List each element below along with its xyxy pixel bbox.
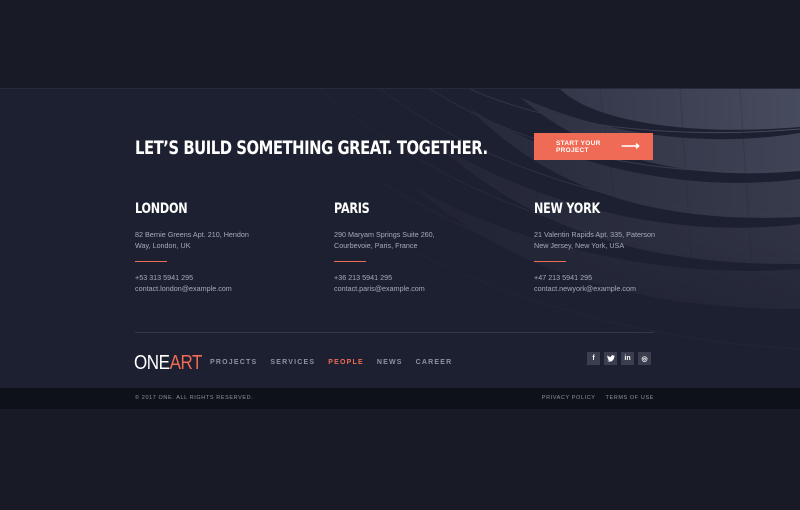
nav-item-services[interactable]: SERVICES (270, 359, 315, 366)
office-address: 290 Maryam Springs Suite 260, Courbevoie… (334, 229, 514, 251)
office-paris: PARIS 290 Maryam Springs Suite 260, Cour… (334, 201, 514, 294)
legal-links: PRIVACY POLICY TERMS OF USE (542, 395, 654, 401)
logo-text-one: ONE (134, 352, 170, 374)
office-city: NEW YORK (534, 201, 600, 217)
nav-item-news[interactable]: NEWS (377, 359, 403, 366)
office-email[interactable]: contact.paris@example.com (334, 283, 514, 294)
office-address: 82 Bernie Greens Apt. 210, Hendon Way, L… (135, 229, 315, 251)
arrow-right-icon: ⟶ (621, 138, 640, 153)
brand-logo[interactable]: ONEART (134, 352, 202, 375)
office-london: LONDON 82 Bernie Greens Apt. 210, Hendon… (135, 201, 315, 294)
bottom-bar: © 2017 ONE. ALL RIGHTS RESERVED. PRIVACY… (0, 388, 800, 409)
office-address: 21 Valentin Rapids Apt. 335, Paterson Ne… (534, 229, 714, 251)
office-phone[interactable]: +47 213 5941 295 (534, 272, 714, 283)
footer-nav: PROJECTS SERVICES PEOPLE NEWS CAREER (210, 359, 452, 366)
address-line: 290 Maryam Springs Suite 260, (334, 230, 435, 239)
office-contacts: +53 313 5941 295 contact.london@example.… (135, 272, 315, 294)
office-city: LONDON (135, 201, 188, 217)
office-city: PARIS (334, 201, 370, 217)
address-line: New Jersey, New York, USA (534, 241, 625, 250)
address-line: Courbevoie, Paris, France (334, 241, 418, 250)
start-project-button[interactable]: START YOUR PROJECT ⟶ (534, 133, 653, 160)
office-new-york: NEW YORK 21 Valentin Rapids Apt. 335, Pa… (534, 201, 714, 294)
footer-section: LET’S BUILD SOMETHING GREAT. TOGETHER. S… (0, 88, 800, 389)
linkedin-icon[interactable]: in (621, 352, 634, 365)
logo-text-art: ART (169, 352, 203, 374)
address-line: 82 Bernie Greens Apt. 210, Hendon (135, 230, 249, 239)
address-line: 21 Valentin Rapids Apt. 335, Paterson (534, 230, 655, 239)
dribbble-icon[interactable]: ◎ (638, 352, 651, 365)
nav-item-projects[interactable]: PROJECTS (210, 359, 257, 366)
office-contacts: +47 213 5941 295 contact.newyork@example… (534, 272, 714, 294)
office-email[interactable]: contact.newyork@example.com (534, 283, 714, 294)
facebook-icon[interactable]: f (587, 352, 600, 365)
nav-item-career[interactable]: CAREER (416, 359, 453, 366)
footer-divider (135, 332, 654, 333)
office-contacts: +36 213 5941 295 contact.paris@example.c… (334, 272, 514, 294)
address-line: Way, London, UK (135, 241, 191, 250)
social-links: f in ◎ (587, 352, 651, 365)
privacy-policy-link[interactable]: PRIVACY POLICY (542, 395, 596, 401)
accent-divider (534, 261, 566, 262)
nav-item-people[interactable]: PEOPLE (328, 359, 364, 366)
office-email[interactable]: contact.london@example.com (135, 283, 315, 294)
office-phone[interactable]: +36 213 5941 295 (334, 272, 514, 283)
accent-divider (334, 261, 366, 262)
accent-divider (135, 261, 167, 262)
cta-heading: LET’S BUILD SOMETHING GREAT. TOGETHER. (135, 137, 488, 159)
twitter-icon[interactable] (604, 352, 617, 365)
start-project-label: START YOUR PROJECT (556, 139, 601, 154)
terms-of-use-link[interactable]: TERMS OF USE (606, 395, 654, 401)
copyright-text: © 2017 ONE. ALL RIGHTS RESERVED. (135, 395, 254, 401)
office-phone[interactable]: +53 313 5941 295 (135, 272, 315, 283)
